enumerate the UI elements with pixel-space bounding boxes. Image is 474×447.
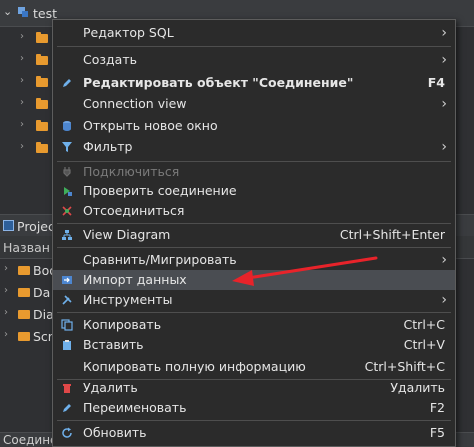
app-window: ⌄ test › › › › › › Projec Назван › Boo › D… (0, 0, 474, 447)
annotation-arrow (232, 256, 378, 286)
